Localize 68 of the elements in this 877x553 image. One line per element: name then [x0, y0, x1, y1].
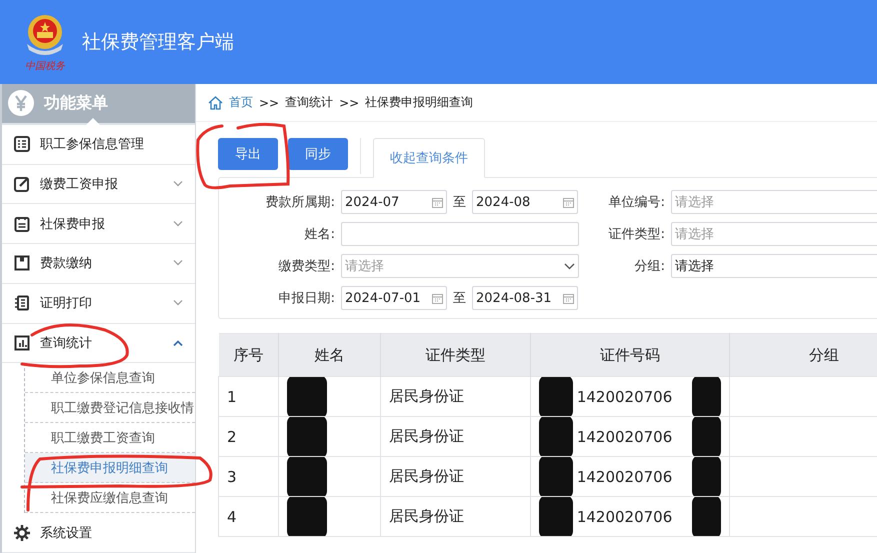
- table-icon: [14, 136, 30, 152]
- home-icon: [208, 96, 223, 110]
- column-header: 证件类型: [380, 334, 530, 376]
- calendar-icon: [432, 196, 443, 208]
- field-label: 证件类型:: [608, 226, 666, 243]
- redaction-mark: [692, 378, 721, 416]
- table-cell: 1420020706: [576, 388, 672, 406]
- calendar-icon: [563, 196, 574, 208]
- pointer-notch: [86, 118, 100, 125]
- redaction-mark: [692, 458, 721, 496]
- menu-item[interactable]: 系统设置: [2, 513, 195, 553]
- table-cell: 居民身份证: [380, 416, 530, 456]
- date-field[interactable]: 2024-08-31: [472, 286, 578, 310]
- calendar-icon: [563, 292, 574, 304]
- date-field[interactable]: 2024-07-01: [341, 286, 447, 310]
- field-label: 姓名:: [304, 226, 336, 243]
- field-label: 缴费类型:: [278, 258, 336, 275]
- date-field[interactable]: 2024-08: [472, 190, 578, 214]
- redaction-mark: [692, 418, 721, 456]
- table-cell: 4: [218, 496, 278, 536]
- bookmark-icon: [14, 255, 30, 272]
- breadcrumb-link[interactable]: 首页: [229, 94, 253, 111]
- calendar-icon: [14, 216, 30, 232]
- input-field[interactable]: 请选择: [671, 254, 877, 278]
- column-header: 姓名: [278, 334, 380, 376]
- app-title: 社保费管理客户端: [82, 30, 234, 55]
- yen-icon: [8, 90, 34, 116]
- settings-icon: [14, 524, 30, 541]
- sync-button[interactable]: 同步: [288, 138, 348, 170]
- table-cell: 1420020706: [576, 468, 672, 486]
- table-cell: 2: [218, 416, 278, 456]
- export-button[interactable]: 导出: [218, 138, 278, 170]
- calendar-icon: [432, 292, 443, 304]
- menu-item[interactable]: 费款缴纳: [2, 244, 195, 284]
- breadcrumb-item: 社保费申报明细查询: [365, 94, 474, 111]
- menu-item[interactable]: 缴费工资申报: [2, 164, 195, 204]
- redaction-mark: [692, 498, 721, 536]
- chart-icon: [14, 334, 30, 351]
- table-cell: 居民身份证: [380, 496, 530, 536]
- range-separator: 至: [453, 194, 466, 211]
- emblem-caption: 中国税务: [25, 60, 65, 72]
- chevron-down-icon: [564, 262, 575, 270]
- table-cell: 居民身份证: [380, 376, 530, 416]
- column-header: 分组: [730, 334, 877, 376]
- input-field[interactable]: [341, 222, 579, 246]
- menu-item[interactable]: 证明打印: [2, 284, 195, 324]
- menu-item[interactable]: 社保费申报: [2, 204, 195, 244]
- edit-icon: [14, 176, 30, 192]
- column-header: 序号: [218, 334, 278, 376]
- table-cell: 1420020706: [576, 428, 672, 446]
- date-field[interactable]: 2024-07: [341, 190, 447, 214]
- field-label: 申报日期:: [278, 290, 336, 307]
- collapse-tab[interactable]: 收起查询条件: [373, 138, 485, 178]
- table-cell: 1420020706: [576, 508, 672, 526]
- menu-item[interactable]: 职工参保信息管理: [2, 124, 195, 164]
- breadcrumb-separator: >>: [259, 96, 280, 110]
- field-label: 单位编号:: [608, 194, 666, 211]
- column-header: 证件号码: [530, 334, 730, 376]
- breadcrumb-item: 查询统计: [285, 94, 334, 111]
- breadcrumb-separator: >>: [339, 96, 360, 110]
- range-separator: 至: [453, 290, 466, 307]
- table-cell: 1: [218, 376, 278, 416]
- field-label: 费款所属期:: [264, 194, 336, 211]
- table-cell: 居民身份证: [380, 456, 530, 496]
- field-label: 分组:: [634, 258, 666, 275]
- table-cell: 3: [218, 456, 278, 496]
- list-icon: [14, 295, 30, 312]
- sidebar-title: 功能菜单: [44, 92, 108, 114]
